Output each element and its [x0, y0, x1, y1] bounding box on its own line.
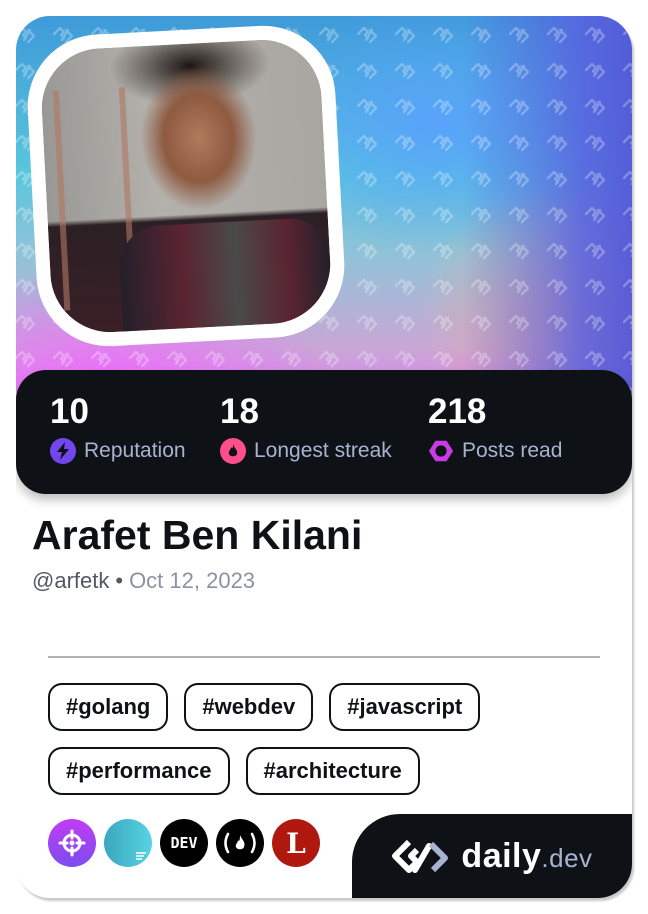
brand-tld: .dev: [541, 842, 593, 873]
divider: [48, 656, 600, 658]
stats-bar: 10 Reputation 18 Longest streak 218 Post…: [16, 370, 632, 494]
devcard: 10 Reputation 18 Longest streak 218 Post…: [16, 16, 632, 898]
stat-value: 18: [220, 392, 259, 431]
tag-chip[interactable]: #performance: [48, 747, 230, 795]
avatar: [38, 36, 334, 336]
stat-reputation: 10 Reputation: [50, 390, 186, 464]
gradient-disc-icon[interactable]: [104, 819, 152, 867]
brand-wordmark: daily.dev: [461, 837, 592, 876]
cover-background: [16, 16, 632, 406]
tag-chip[interactable]: #golang: [48, 683, 169, 731]
stat-label: Posts read: [462, 439, 563, 462]
profile-name: Arafet Ben Kilani: [32, 512, 363, 558]
joined-date: Oct 12, 2023: [129, 568, 256, 593]
brand-name: daily: [461, 836, 542, 875]
l-label: L: [286, 826, 306, 860]
stat-longest-streak: 18 Longest streak: [220, 390, 392, 464]
favorite-sources: DEV L: [48, 819, 320, 867]
crosshair-icon[interactable]: [48, 819, 96, 867]
tag-chip[interactable]: #architecture: [245, 747, 420, 795]
avatar-shirt: [118, 216, 334, 336]
daily-dev-logo-icon: [392, 839, 449, 873]
letter-l-icon[interactable]: L: [272, 819, 320, 867]
profile-meta: @arfetk • Oct 12, 2023: [32, 568, 584, 594]
profile-handle: @arfetk: [32, 568, 110, 593]
tag-list: #golang #webdev #javascript #performance…: [48, 683, 608, 795]
stat-label: Longest streak: [254, 439, 392, 462]
daily-dev-brand: daily.dev: [352, 814, 632, 898]
dev-label: DEV: [170, 834, 198, 852]
flame-icon: [220, 438, 246, 464]
profile-info: Arafet Ben Kilani @arfetk • Oct 12, 2023: [32, 510, 584, 594]
avatar-frame: [24, 22, 348, 350]
campfire-icon[interactable]: [216, 819, 264, 867]
stat-label-row: Posts read: [428, 438, 562, 464]
stat-label-row: Longest streak: [220, 438, 392, 464]
meta-separator: •: [115, 568, 124, 593]
stat-label: Reputation: [84, 439, 186, 462]
hexagon-ring-icon: [428, 438, 454, 464]
stat-value: 218: [428, 392, 487, 431]
stat-value: 10: [50, 392, 89, 431]
tag-chip[interactable]: #webdev: [184, 683, 314, 731]
lightning-icon: [50, 438, 76, 464]
tag-chip[interactable]: #javascript: [329, 683, 481, 731]
stat-label-row: Reputation: [50, 438, 186, 464]
stat-posts-read: 218 Posts read: [428, 390, 562, 464]
dev-icon[interactable]: DEV: [160, 819, 208, 867]
